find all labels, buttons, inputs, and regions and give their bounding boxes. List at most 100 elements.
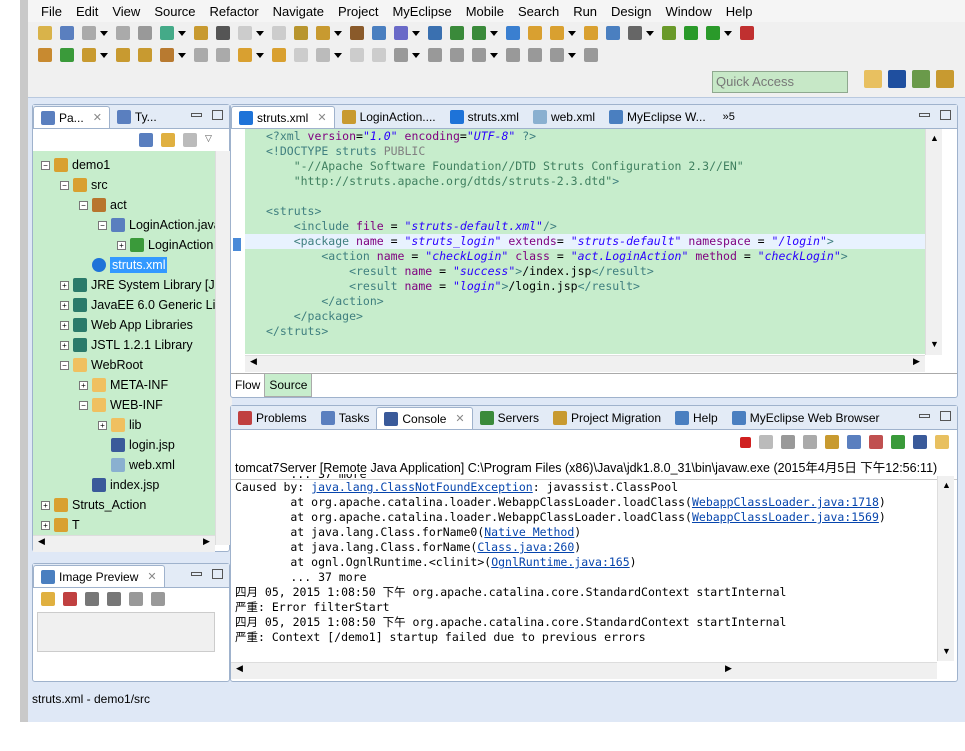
tab-servers[interactable]: Servers [473, 407, 546, 429]
dropdown-arrow-icon[interactable] [100, 30, 108, 36]
tree-item[interactable]: − WEB-INF [79, 395, 163, 415]
toolbar-button-icon[interactable] [116, 48, 130, 62]
editor-horizontal-scrollbar[interactable]: ◀ ▶ [245, 355, 925, 372]
menu-file[interactable]: File [34, 4, 69, 19]
dropdown-arrow-icon[interactable] [412, 52, 420, 58]
expand-toggle[interactable]: + [60, 340, 69, 350]
menu-project[interactable]: Project [331, 4, 385, 19]
collapse-toggle[interactable]: − [98, 220, 107, 230]
tree-item[interactable]: − LoginAction.java [98, 215, 215, 235]
tab-help[interactable]: Help [668, 407, 725, 429]
maximize-icon[interactable] [212, 110, 223, 120]
menu-window[interactable]: Window [659, 4, 719, 19]
toolbar-button-icon[interactable] [294, 48, 308, 62]
tree-item[interactable]: + lib [98, 415, 142, 435]
toolbar-button-icon[interactable] [238, 48, 252, 62]
toolbar-button-icon[interactable] [116, 26, 130, 40]
toolbar-button-icon[interactable] [350, 48, 364, 62]
console-horizontal-scrollbar[interactable]: ◀ ▶ [231, 662, 937, 679]
maximize-icon[interactable] [940, 411, 951, 421]
toolbar-button-icon[interactable] [628, 26, 642, 40]
dropdown-arrow-icon[interactable] [724, 30, 732, 36]
toolbar-button-icon[interactable] [472, 48, 486, 62]
toolbar-button-icon[interactable] [506, 48, 520, 62]
tree-item[interactable]: web.xml [98, 455, 175, 475]
display-console-icon[interactable] [913, 435, 927, 449]
collapse-toggle[interactable]: − [79, 400, 88, 410]
fit-window-icon[interactable] [151, 592, 165, 606]
toolbar-button-icon[interactable] [706, 26, 720, 40]
dropdown-arrow-icon[interactable] [334, 52, 342, 58]
open-perspective-icon[interactable] [864, 70, 882, 88]
tab-struts-xml[interactable]: struts.xml ✕ [231, 106, 335, 128]
toolbar-button-icon[interactable] [38, 26, 52, 40]
menu-source[interactable]: Source [147, 4, 202, 19]
toolbar-button-icon[interactable] [450, 48, 464, 62]
close-icon[interactable]: ✕ [455, 412, 464, 425]
tab-console[interactable]: Console ✕ [376, 407, 473, 429]
tree-item[interactable]: − act [79, 195, 127, 215]
zoom-out-icon[interactable] [85, 592, 99, 606]
stack-trace-link[interactable]: WebappClassLoader.java:1718 [692, 495, 879, 509]
pin-console-icon[interactable] [891, 435, 905, 449]
tab-ty-[interactable]: Ty... [110, 106, 164, 128]
editor-vertical-scrollbar[interactable]: ▲ ▼ [925, 129, 942, 355]
tab-web-xml[interactable]: web.xml [526, 106, 602, 128]
toolbar-button-icon[interactable] [160, 26, 174, 40]
tree-item[interactable]: index.jsp [79, 475, 159, 495]
toolbar-button-icon[interactable] [194, 48, 208, 62]
collapse-toggle[interactable]: − [79, 200, 88, 210]
toolbar-button-icon[interactable] [138, 48, 152, 62]
tab-tasks[interactable]: Tasks [314, 407, 377, 429]
toolbar-button-icon[interactable] [450, 26, 464, 40]
dropdown-arrow-icon[interactable] [178, 30, 186, 36]
scroll-lock-icon[interactable] [825, 435, 839, 449]
toolbar-button-icon[interactable] [394, 26, 408, 40]
tab-loginaction-[interactable]: LoginAction.... [335, 106, 443, 128]
sync-icon[interactable] [41, 592, 55, 606]
stack-trace-link[interactable]: OgnlRuntime.java:165 [491, 555, 629, 569]
expand-toggle[interactable]: + [98, 420, 107, 430]
close-icon[interactable]: ✕ [93, 111, 102, 124]
expand-toggle[interactable]: + [41, 520, 50, 530]
toolbar-button-icon[interactable] [238, 26, 252, 40]
collapse-toggle[interactable]: − [41, 160, 50, 170]
tab-problems[interactable]: Problems [231, 407, 314, 429]
tab-source[interactable]: Source [264, 374, 313, 397]
toolbar-button-icon[interactable] [584, 26, 598, 40]
menu-view[interactable]: View [105, 4, 147, 19]
quick-access-input[interactable]: Quick Access [712, 71, 848, 93]
remove-all-icon[interactable] [781, 435, 795, 449]
tree-item[interactable]: − WebRoot [60, 355, 143, 375]
stack-trace-link[interactable]: WebappClassLoader.java:1569 [692, 510, 879, 524]
dropdown-arrow-icon[interactable] [178, 52, 186, 58]
stack-trace-link[interactable]: Native Method [484, 525, 574, 539]
toolbar-button-icon[interactable] [372, 48, 386, 62]
toolbar-button-icon[interactable] [550, 48, 564, 62]
tree-item[interactable]: struts.xml [79, 255, 168, 275]
tree-item[interactable]: + T [41, 515, 80, 535]
toolbar-button-icon[interactable] [528, 26, 542, 40]
dropdown-arrow-icon[interactable] [334, 30, 342, 36]
tab-pa-[interactable]: Pa... ✕ [33, 106, 110, 128]
stack-trace-link[interactable]: java.lang.ClassNotFoundException [311, 480, 533, 494]
dropdown-arrow-icon[interactable] [256, 52, 264, 58]
dropdown-arrow-icon[interactable] [646, 30, 654, 36]
dropdown-arrow-icon[interactable] [490, 30, 498, 36]
toolbar-button-icon[interactable] [584, 48, 598, 62]
tree-item[interactable]: + META-INF [79, 375, 168, 395]
close-icon[interactable]: ✕ [317, 111, 326, 124]
toolbar-button-icon[interactable] [350, 26, 364, 40]
filter-icon[interactable] [183, 133, 197, 147]
tab-struts-xml[interactable]: struts.xml [443, 106, 526, 128]
collapse-toggle[interactable]: − [60, 180, 69, 190]
menu-mobile[interactable]: Mobile [459, 4, 511, 19]
console-output[interactable]: ... 37 more Caused by: java.lang.ClassNot… [235, 474, 935, 645]
expand-toggle[interactable]: + [41, 500, 50, 510]
open-console-icon[interactable] [935, 435, 949, 449]
minimize-icon[interactable] [191, 113, 202, 117]
tree-item[interactable]: − demo1 [41, 155, 110, 175]
dropdown-arrow-icon[interactable] [490, 52, 498, 58]
tab-overflow[interactable]: »5 [713, 106, 745, 128]
tree-item[interactable]: + Struts_Action [41, 495, 146, 515]
